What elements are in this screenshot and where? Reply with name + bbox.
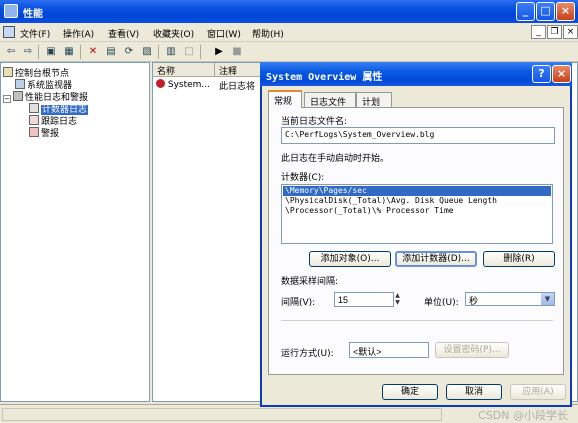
folder-icon [3,67,13,77]
toolbar-separator [38,45,39,59]
chevron-down-icon[interactable]: ▼ [541,293,554,305]
mdi-close-button[interactable]: × [563,25,578,39]
units-select[interactable]: 秒 ▼ [465,292,555,307]
counters-listbox[interactable]: \Memory\Pages/sec \PhysicalDisk(_Total)\… [281,184,553,244]
properties-dialog: System Overview 属性 ? × 常规 日志文件 计划 当前日志文件… [260,62,572,407]
up-folder-icon[interactable]: ▣ [44,45,58,59]
chart-icon [15,79,25,89]
column-header-name[interactable]: 名称 [153,63,215,77]
tab-schedule[interactable]: 计划 [356,92,392,108]
list-item[interactable]: \Memory\Pages/sec [283,186,551,196]
general-tab-panel: 当前日志文件名: C:\PerfLogs\System_Overview.blg… [268,107,564,375]
add-objects-button[interactable]: 添加对象(O)... [309,251,391,267]
dialog-title: System Overview 属性 [266,72,383,83]
help-book-icon[interactable]: ▥ [164,45,178,59]
back-arrow-icon[interactable]: ⇦ [4,45,18,59]
start-play-icon[interactable]: ▶ [212,45,226,59]
filename-label: 当前日志文件名: [281,117,348,127]
counter-log-icon [29,103,39,113]
delete-icon[interactable]: ✕ [86,45,100,59]
forward-arrow-icon[interactable]: ⇨ [21,45,35,59]
menu-file[interactable]: 文件(F) [20,27,50,40]
properties-icon[interactable]: ▤ [104,45,118,59]
interval-field[interactable]: 15 [334,292,394,307]
apply-button[interactable]: 应用(A) [510,384,566,400]
toolbar-separator [158,45,159,59]
menu-favorites[interactable]: 收藏夹(O) [153,27,194,40]
tree-item-alerts[interactable]: 警报 [29,126,59,139]
list-item[interactable]: \Processor(_Total)\% Processor Time [283,206,551,216]
collapse-minus-icon[interactable]: − [3,95,11,103]
manual-start-note: 此日志在手动启动时开始。 [281,154,390,164]
maximize-button[interactable]: □ [536,2,555,21]
mdi-minimize-button[interactable]: _ [531,25,546,39]
counters-label: 计数器(C): [281,173,325,183]
log-stopped-icon [156,79,165,88]
stop-icon[interactable]: ■ [230,45,244,59]
menu-help[interactable]: 帮助(H) [252,27,284,40]
table-row[interactable]: System... [156,79,210,90]
dialog-titlebar: System Overview 属性 ? × [260,62,572,86]
menu-action[interactable]: 操作(A) [63,27,94,40]
run-as-label: 运行方式(U): [281,349,334,359]
minimize-button[interactable]: _ [516,2,535,21]
logs-icon [13,91,23,101]
watermark: CSDN @小段学长 [478,409,568,422]
status-segment [2,408,442,421]
toolbar-separator [200,45,201,59]
interval-stepper[interactable]: ▲ ▼ [393,292,402,306]
interval-label: 间隔(V): [281,298,316,308]
export-icon[interactable]: ▧ [140,45,154,59]
show-hide-tree-icon[interactable]: ▦ [62,45,76,59]
tab-log-files[interactable]: 日志文件 [304,92,356,108]
console-tree: 控制台根节点 系统监视器 − 性能日志和警报 计数器日志 跟踪日志 警报 [0,62,150,402]
close-button[interactable]: × [556,2,575,21]
main-window-titlebar: 性能 _ □ × [0,0,578,23]
units-label: 单位(U): [424,298,459,308]
row-name: System... [167,80,211,90]
menubar: 文件(F) 操作(A) 查看(V) 收藏夹(O) 窗口(W) 帮助(H) _ ❐… [0,23,578,42]
sample-interval-label: 数据采样间隔: [281,277,339,287]
remove-button[interactable]: 删除(R) [483,251,555,267]
run-as-field[interactable]: <默认> [349,342,429,358]
window-title: 性能 [23,9,43,20]
tree-item-label: 警报 [41,129,60,139]
alert-icon [29,127,39,137]
console-icon[interactable] [3,26,15,38]
tab-general[interactable]: 常规 [268,90,302,108]
toolbar: ⇦ ⇨ ▣ ▦ ✕ ▤ ⟳ ▧ ▥ □ ▶ ■ [0,42,578,62]
mdi-restore-button[interactable]: ❐ [547,25,562,39]
ok-button[interactable]: 确定 [382,384,438,400]
menu-view[interactable]: 查看(V) [108,27,139,40]
performance-app-icon [4,4,18,18]
new-log-icon[interactable]: □ [182,45,196,59]
refresh-icon[interactable]: ⟳ [122,45,136,59]
trace-log-icon [29,115,39,125]
menu-window[interactable]: 窗口(W) [207,27,241,40]
filename-field[interactable]: C:\PerfLogs\System_Overview.blg [281,127,555,144]
help-button[interactable]: ? [532,65,551,83]
divider [281,320,553,321]
dialog-close-button[interactable]: × [552,65,571,83]
list-item[interactable]: \PhysicalDisk(_Total)\Avg. Disk Queue Le… [283,196,551,206]
cancel-button[interactable]: 取消 [446,384,502,400]
units-value: 秒 [469,297,479,307]
add-counters-button[interactable]: 添加计数器(D)... [395,251,477,267]
row-comment: 此日志将 [219,82,256,92]
toolbar-separator [80,45,81,59]
set-password-button[interactable]: 设置密码(P)... [435,342,509,358]
